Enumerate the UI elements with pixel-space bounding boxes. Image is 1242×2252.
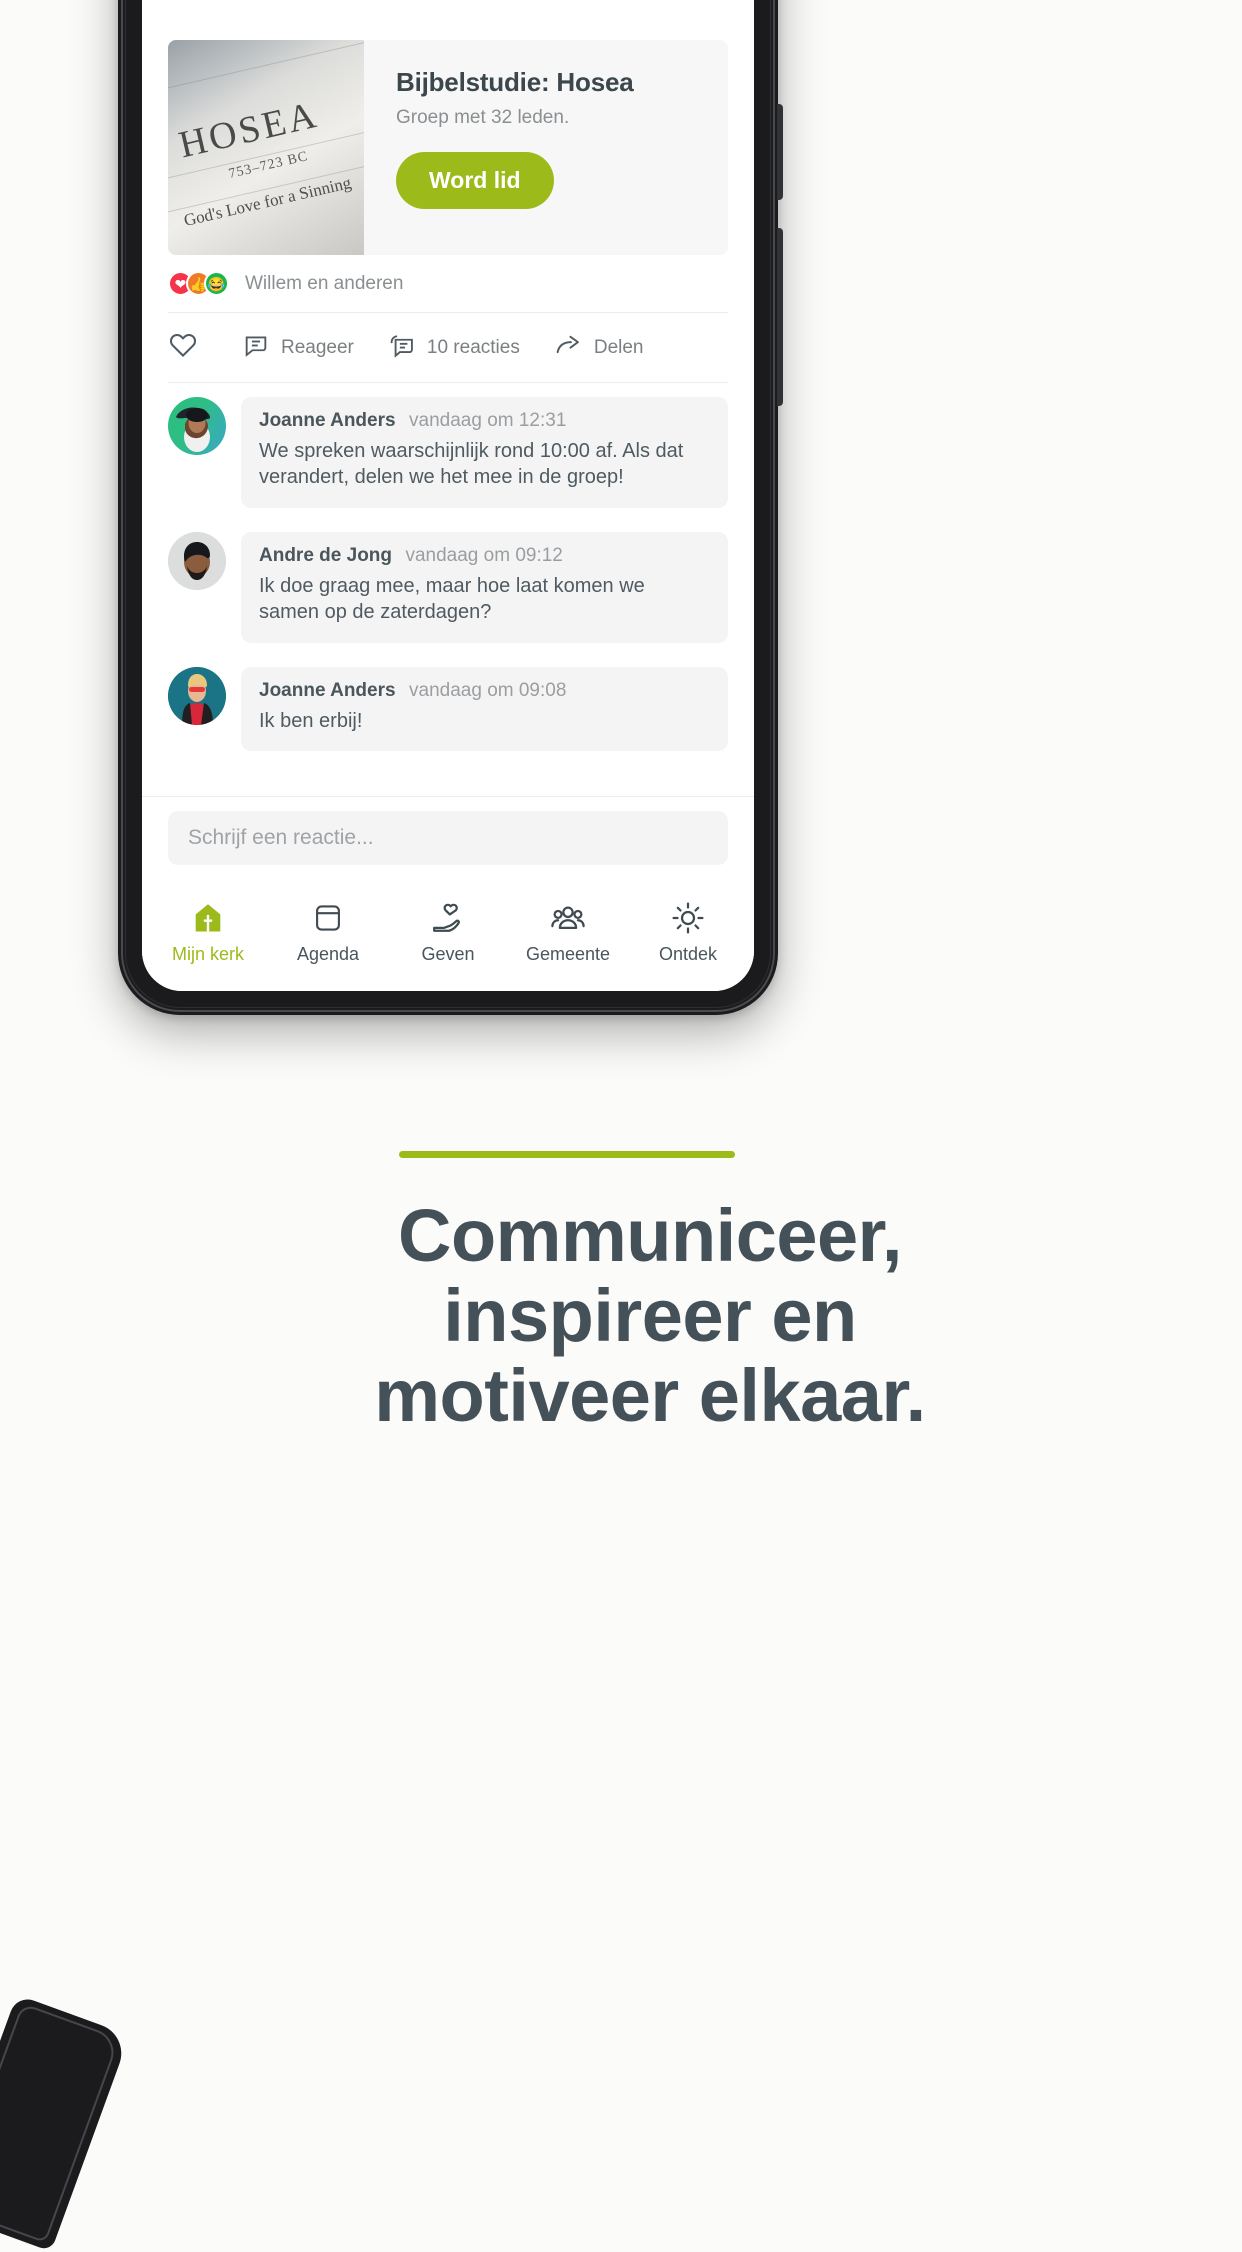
comments-count-label: 10 reacties [426,336,520,358]
comment-bubble: Joanne Anders vandaag om 09:08 Ik ben er… [241,666,728,751]
avatar[interactable] [168,531,226,590]
comment-author: Joanne Anders [259,679,396,701]
volume-button[interactable] [777,228,783,406]
nav-label-gemeente: Gemeente [525,944,611,964]
share-action-label: Delen [593,336,644,358]
comment-text: Ik ben erbij! [259,709,363,732]
bottom-navigation: Mijn kerk Agenda Geven Gemeente Ontdek [142,881,754,991]
comments-list: Joanne Anders vandaag om 12:31 We spreke… [168,383,728,751]
headline-line-1: Communiceer, [398,1194,902,1277]
nav-item-gemeente[interactable]: Gemeente [508,899,628,965]
headline-line-3: motiveer elkaar. [374,1353,926,1437]
nav-label-geven: Geven [421,944,475,964]
hand-heart-icon [430,899,466,937]
post-actions: Reageer 10 reacties Delen [168,313,728,383]
nav-item-geven[interactable]: Geven [388,899,508,965]
comment-time: vandaag om 12:31 [409,410,567,431]
nav-item-mijn-kerk[interactable]: Mijn kerk [148,899,268,965]
comment-composer [142,796,754,881]
nav-label-agenda: Agenda [296,944,360,964]
comment-input[interactable] [168,811,728,865]
comment-text: Ik doe graag mee, maar hoe laat komen we… [259,574,645,624]
feed: HOSEA 753–723 BC God's Love for a Sinnin… [142,0,754,796]
reaction-names: Willem en anderen [245,272,404,294]
comments-count-action[interactable]: 10 reacties [388,331,520,364]
power-button[interactable] [777,104,783,200]
people-icon [550,899,586,937]
reactions-row[interactable]: ❤ 👍 😂 Willem en anderen [168,255,728,313]
comment-author: Joanne Anders [259,410,396,431]
nav-item-agenda[interactable]: Agenda [268,899,388,965]
accent-rule [399,1151,735,1158]
avatar[interactable] [168,397,226,455]
group-title: Bijbelstudie: Hosea [396,67,634,97]
like-action[interactable] [168,330,198,365]
group-card[interactable]: HOSEA 753–723 BC God's Love for a Sinnin… [168,40,728,255]
comment-time: vandaag om 09:12 [405,544,563,566]
group-subtitle: Groep met 32 leden. [396,107,570,128]
avatar[interactable] [168,666,226,725]
nav-item-ontdek[interactable]: Ontdek [628,899,748,965]
sun-icon [670,899,706,937]
comment-bubble: Joanne Anders vandaag om 12:31 We spreke… [241,397,728,508]
heart-icon [168,330,198,365]
comment-action[interactable]: Reageer [242,331,354,364]
nav-label-ontdek: Ontdek [658,944,718,964]
headline-line-2: inspireer en [443,1273,857,1357]
comment-text: We spreken waarschijnlijk rond 10:00 af.… [259,440,684,489]
comment-bubble: Andre de Jong vandaag om 09:12 Ik doe gr… [241,531,728,643]
church-icon [190,899,226,937]
haha-reaction-icon: 😂 [204,271,229,296]
calendar-icon [311,899,345,937]
comment-item[interactable]: Joanne Anders vandaag om 09:08 Ik ben er… [168,666,728,751]
comment-time: vandaag om 09:08 [409,679,567,701]
comment-action-label: Reageer [281,336,354,358]
share-icon [554,331,583,365]
join-group-button[interactable]: Word lid [396,152,554,209]
page-headline: Communiceer, inspireer en motiveer elkaa… [150,1196,1150,1436]
nav-label-mijn-kerk: Mijn kerk [171,944,244,964]
stylus-decoration [0,1994,130,2252]
phone-mockup: HOSEA 753–723 BC God's Love for a Sinnin… [118,0,783,1015]
comment-item[interactable]: Joanne Anders vandaag om 12:31 We spreke… [168,397,728,508]
reaction-emoji-stack[interactable]: ❤ 👍 😂 [168,271,229,296]
share-action[interactable]: Delen [554,331,644,365]
comments-stack-icon [388,331,416,364]
comment-author: Andre de Jong [259,544,393,566]
group-thumbnail: HOSEA 753–723 BC God's Love for a Sinnin… [168,40,364,255]
phone-screen: HOSEA 753–723 BC God's Love for a Sinnin… [142,0,754,991]
comment-icon [242,331,270,364]
comment-item[interactable]: Andre de Jong vandaag om 09:12 Ik doe gr… [168,531,728,643]
